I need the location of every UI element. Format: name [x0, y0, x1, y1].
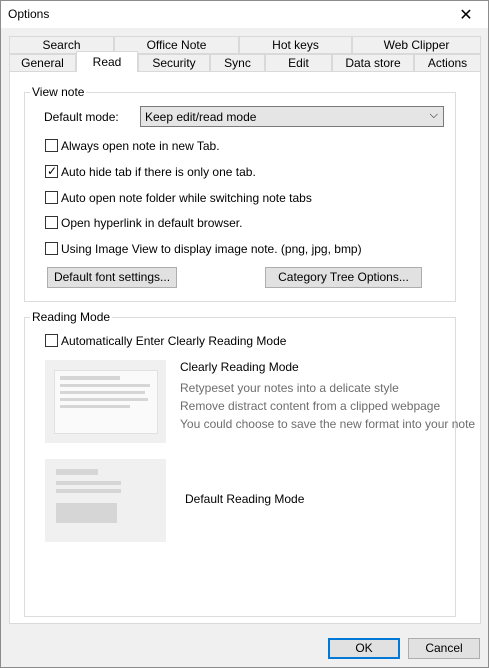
default-mode-select[interactable]: Keep edit/read mode ⌵	[140, 106, 444, 127]
tab-security[interactable]: Security	[138, 54, 210, 72]
options-dialog: Options ✕ Search Office Note Hot keys We…	[0, 0, 489, 668]
tab-read[interactable]: Read	[76, 51, 138, 72]
read-tab-panel: View note Default mode: Keep edit/read m…	[9, 71, 481, 624]
tab-web-clipper[interactable]: Web Clipper	[352, 36, 481, 54]
open-new-tab-label: Always open note in new Tab.	[61, 139, 220, 153]
tab-actions[interactable]: Actions	[414, 54, 481, 72]
window-title: Options	[8, 7, 50, 21]
checkbox-auto-enter-clearly[interactable]	[45, 334, 58, 347]
checkmark-icon: ✓	[47, 164, 58, 178]
view-note-title: View note	[30, 85, 87, 99]
default-font-settings-button[interactable]: Default font settings...	[47, 267, 177, 288]
auto-hide-tab-label: Auto hide tab if there is only one tab.	[61, 165, 256, 179]
clearly-mode-desc-2: Remove distract content from a clipped w…	[180, 399, 441, 413]
title-bar: Options ✕	[1, 1, 488, 28]
checkbox-auto-hide-tab[interactable]: ✓	[45, 164, 58, 178]
open-hyperlink-label: Open hyperlink in default browser.	[61, 216, 243, 230]
chevron-down-icon: ⌵	[429, 109, 438, 121]
checkbox-open-new-tab[interactable]	[45, 139, 58, 152]
default-mode-value: Keep edit/read mode	[145, 110, 257, 124]
checkbox-open-hyperlink[interactable]	[45, 216, 58, 229]
tab-general[interactable]: General	[9, 54, 76, 72]
cancel-button[interactable]: Cancel	[408, 638, 480, 659]
clearly-mode-thumbnail[interactable]	[45, 360, 166, 443]
close-icon[interactable]: ✕	[444, 1, 488, 28]
image-view-label: Using Image View to display image note. …	[61, 242, 362, 256]
auto-open-folder-label: Auto open note folder while switching no…	[61, 191, 312, 205]
tab-sync[interactable]: Sync	[210, 54, 265, 72]
tab-hot-keys[interactable]: Hot keys	[239, 36, 352, 54]
default-mode-label: Default mode:	[44, 110, 119, 124]
clearly-mode-desc-1: Retypeset your notes into a delicate sty…	[180, 381, 399, 395]
checkbox-auto-open-folder[interactable]	[45, 191, 58, 204]
ok-button[interactable]: OK	[328, 638, 400, 659]
default-mode-heading: Default Reading Mode	[185, 492, 305, 506]
default-mode-thumbnail[interactable]	[45, 459, 166, 542]
clearly-mode-heading: Clearly Reading Mode	[180, 360, 299, 374]
tab-edit[interactable]: Edit	[265, 54, 332, 72]
auto-enter-clearly-label: Automatically Enter Clearly Reading Mode	[61, 334, 287, 348]
reading-mode-title: Reading Mode	[30, 310, 113, 324]
category-tree-options-button[interactable]: Category Tree Options...	[265, 267, 422, 288]
clearly-mode-desc-3: You could choose to save the new format …	[180, 417, 476, 431]
dialog-body: Search Office Note Hot keys Web Clipper …	[1, 28, 488, 667]
tab-data-store[interactable]: Data store	[332, 54, 414, 72]
checkbox-image-view[interactable]	[45, 242, 58, 255]
